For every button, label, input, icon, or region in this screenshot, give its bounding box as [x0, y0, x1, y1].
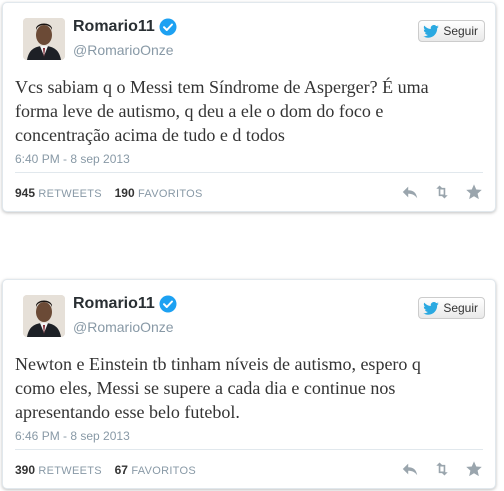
display-name-text[interactable]: Romario11 [73, 295, 155, 313]
star-icon[interactable] [465, 460, 483, 478]
display-name[interactable]: Romario11 [73, 18, 177, 36]
twitter-bird-icon [423, 24, 440, 38]
tweet-actions [401, 460, 483, 478]
avatar[interactable] [23, 18, 65, 60]
divider [15, 172, 483, 173]
tweet-stats: 945 RETWEETS 190 FAVORITOS [15, 186, 203, 200]
retweets-count[interactable]: 945 [15, 186, 35, 200]
retweet-icon[interactable] [433, 183, 451, 201]
follow-button[interactable]: Seguir [418, 20, 485, 42]
follow-button[interactable]: Seguir [418, 297, 485, 319]
display-name[interactable]: Romario11 [73, 295, 177, 313]
star-icon[interactable] [465, 183, 483, 201]
tweet-timestamp[interactable]: 6:40 PM - 8 sep 2013 [15, 152, 130, 166]
tweet-text: Vcs sabiam q o Messi tem Síndrome de Asp… [15, 77, 429, 145]
retweets-label[interactable]: RETWEETS [38, 465, 102, 477]
screen-name[interactable]: @RomarioOnze [73, 42, 174, 58]
screen-name[interactable]: @RomarioOnze [73, 319, 174, 335]
reply-icon[interactable] [401, 460, 419, 478]
retweet-icon[interactable] [433, 460, 451, 478]
favorites-count[interactable]: 190 [115, 186, 135, 200]
tweet-stats: 390 RETWEETS 67 FAVORITOS [15, 463, 196, 477]
favorites-count[interactable]: 67 [115, 463, 128, 477]
retweets-label[interactable]: RETWEETS [38, 188, 102, 200]
avatar[interactable] [23, 295, 65, 337]
favorites-label[interactable]: FAVORITOS [131, 465, 196, 477]
follow-button-label: Seguir [443, 301, 478, 315]
verified-badge-icon [159, 18, 177, 36]
tweet-card: Romario11 @RomarioOnze Seguir Vcs sabiam… [2, 2, 496, 212]
reply-icon[interactable] [401, 183, 419, 201]
tweet-actions [401, 183, 483, 201]
favorites-label[interactable]: FAVORITOS [138, 188, 203, 200]
twitter-bird-icon [423, 301, 440, 315]
follow-button-label: Seguir [443, 24, 478, 38]
tweet-card: Romario11 @RomarioOnze Seguir Newton e E… [2, 279, 496, 489]
divider [15, 449, 483, 450]
display-name-text[interactable]: Romario11 [73, 18, 155, 36]
tweet-timestamp[interactable]: 6:46 PM - 8 sep 2013 [15, 429, 130, 443]
tweet-text: Newton e Einstein tb tinham níveis de au… [15, 354, 421, 422]
verified-badge-icon [159, 295, 177, 313]
retweets-count[interactable]: 390 [15, 463, 35, 477]
